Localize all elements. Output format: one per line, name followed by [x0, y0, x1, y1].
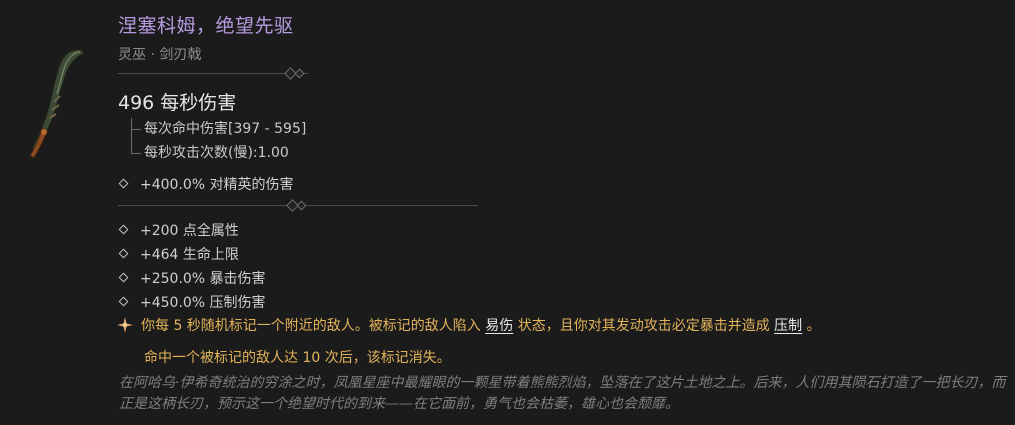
legendary-power: 你每 5 秒随机标记一个附近的敌人。被标记的敌人陷入 易伤 状态，且你对其发动攻… [117, 315, 821, 335]
flavor-text: 在阿哈乌·伊希奇统治的穷涂之时，凤凰星座中最耀眼的一颗星带着熊熊烈焰，坠落在了这… [119, 375, 1006, 412]
dps-value: 496 每秒伤害 [118, 92, 237, 114]
affix-text: +450.0% 压制伤害 [140, 295, 266, 311]
implicit-affix-text: +400.0% 对精英的伤害 [140, 177, 294, 193]
diamond-bullet-icon [118, 248, 129, 259]
legendary-text-2: 状态，且你对其发动攻击必定暴击并造成 [513, 318, 775, 334]
diamond-bullet-icon [118, 178, 129, 189]
affix-text: +200 点全属性 [140, 223, 239, 239]
affix-text: +464 生命上限 [140, 247, 239, 263]
implicit-affix: +400.0% 对精英的伤害 [118, 174, 294, 194]
diamond-bullet-icon [118, 296, 129, 307]
diamond-bullet-icon [118, 272, 129, 283]
affix-row: +464 生命上限 [118, 244, 239, 264]
damage-per-hit: 每次命中伤害[397 - 595] [131, 118, 307, 138]
divider-middle [118, 199, 478, 213]
attacks-per-second: 每秒攻击次数(慢):1.00 [131, 142, 289, 162]
legendary-text-3: 。 [802, 318, 821, 334]
diamond-bullet-icon [118, 224, 129, 235]
scythe-blade-icon [29, 49, 85, 159]
divider-top [118, 67, 308, 81]
keyword-vulnerable[interactable]: 易伤 [485, 318, 513, 334]
item-tooltip: 涅塞科姆，绝望先驱 灵巫 · 剑刃戟 496 每秒伤害 每次命中伤害[397 -… [0, 0, 1015, 425]
affix-row: +250.0% 暴击伤害 [118, 268, 266, 288]
affix-row: +450.0% 压制伤害 [118, 292, 266, 312]
stat-tree-line [131, 118, 138, 154]
item-name: 涅塞科姆，绝望先驱 [118, 15, 294, 37]
legendary-text-1: 你每 5 秒随机标记一个附近的敌人。被标记的敌人陷入 [141, 318, 486, 334]
keyword-overpower[interactable]: 压制 [774, 318, 802, 334]
legendary-power-line2: 命中一个被标记的敌人达 10 次后，该标记消失。 [144, 350, 451, 366]
damage-per-hit-text: 每次命中伤害[397 - 595] [144, 121, 307, 137]
attacks-per-second-text: 每秒攻击次数(慢):1.00 [144, 145, 289, 161]
item-type: 灵巫 · 剑刃戟 [118, 47, 202, 63]
star-burst-icon [117, 317, 133, 333]
affix-text: +250.0% 暴击伤害 [140, 271, 266, 287]
affix-row: +200 点全属性 [118, 220, 239, 240]
